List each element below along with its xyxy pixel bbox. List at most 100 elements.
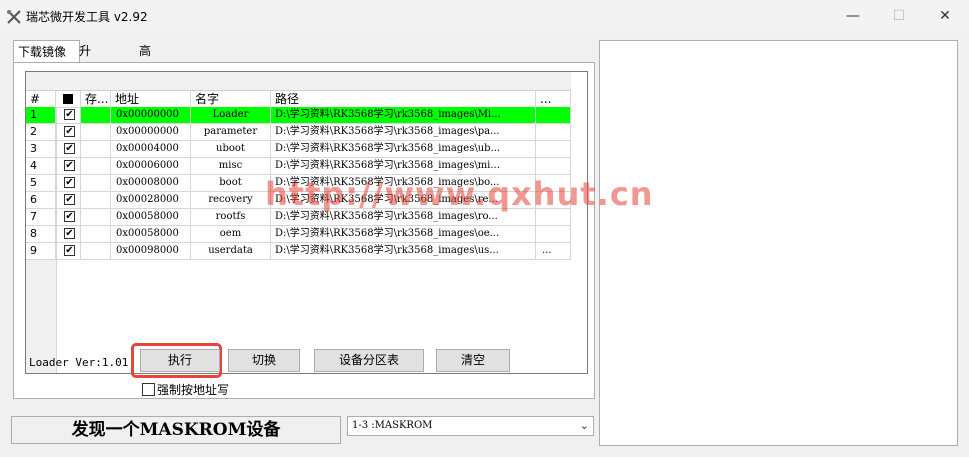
row-store bbox=[81, 158, 111, 174]
row-store bbox=[81, 209, 111, 225]
row-address: 0x00098000 bbox=[111, 243, 191, 259]
maximize-button[interactable]: ☐ bbox=[876, 0, 922, 32]
row-checkbox-cell[interactable]: ✔ bbox=[56, 124, 81, 140]
row-checkbox[interactable]: ✔ bbox=[64, 228, 75, 239]
row-name: oem bbox=[191, 226, 271, 242]
row-num: 7 bbox=[26, 209, 56, 225]
row-address: 0x00058000 bbox=[111, 226, 191, 242]
row-checkbox[interactable]: ✔ bbox=[64, 211, 75, 222]
row-path[interactable]: D:\学习资料\RK3568学习\rk3568_images\us... bbox=[271, 243, 536, 259]
row-path[interactable]: D:\学习资料\RK3568学习\rk3568_images\pa... bbox=[271, 124, 536, 140]
row-checkbox-cell[interactable]: ✔ bbox=[56, 175, 81, 191]
row-more[interactable]: ... bbox=[536, 243, 571, 259]
minimize-button[interactable]: — bbox=[830, 0, 876, 32]
row-checkbox[interactable]: ✔ bbox=[64, 126, 75, 137]
row-checkbox[interactable]: ✔ bbox=[64, 160, 75, 171]
image-list: # 存... 地址 名字 路径 ... 1 ✔ 0x00000000 Loader D:… bbox=[25, 71, 588, 374]
row-path[interactable]: D:\学习资料\RK3568学习\rk3568_images\oe... bbox=[271, 226, 536, 242]
row-store bbox=[81, 141, 111, 157]
force-address-checkbox[interactable] bbox=[142, 383, 155, 396]
list-top-strip bbox=[26, 72, 571, 91]
row-more[interactable] bbox=[536, 107, 571, 123]
row-name: recovery bbox=[191, 192, 271, 208]
row-address: 0x00028000 bbox=[111, 192, 191, 208]
log-pane[interactable] bbox=[599, 40, 958, 446]
row-checkbox[interactable]: ✔ bbox=[64, 177, 75, 188]
row-name: parameter bbox=[191, 124, 271, 140]
close-button[interactable]: ✕ bbox=[922, 0, 968, 32]
select-all-icon bbox=[63, 94, 73, 104]
table-row[interactable]: 9 ✔ 0x00098000 userdata D:\学习资料\RK3568学习\rk3… bbox=[26, 243, 571, 260]
row-path[interactable]: D:\学习资料\RK3568学习\rk3568_images\mi... bbox=[271, 158, 536, 174]
table-row[interactable]: 4 ✔ 0x00006000 misc D:\学习资料\RK3568学习\rk3568_… bbox=[26, 158, 571, 175]
device-status: 发现一个MASKROM设备 bbox=[11, 416, 341, 444]
row-checkbox[interactable]: ✔ bbox=[64, 194, 75, 205]
loader-version: Loader Ver:1.01 bbox=[29, 356, 129, 369]
row-checkbox-cell[interactable]: ✔ bbox=[56, 209, 81, 225]
row-checkbox[interactable]: ✔ bbox=[64, 109, 75, 120]
tab-advanced[interactable]: 高级功能 bbox=[135, 40, 155, 124]
header-address[interactable]: 地址 bbox=[111, 91, 191, 107]
row-address: 0x00004000 bbox=[111, 141, 191, 157]
row-name: uboot bbox=[191, 141, 271, 157]
row-name: Loader bbox=[191, 107, 271, 123]
row-store bbox=[81, 226, 111, 242]
header-name[interactable]: 名字 bbox=[191, 91, 271, 107]
row-more[interactable] bbox=[536, 158, 571, 174]
row-checkbox-cell[interactable]: ✔ bbox=[56, 158, 81, 174]
header-more[interactable]: ... bbox=[536, 91, 571, 107]
row-checkbox-cell[interactable]: ✔ bbox=[56, 141, 81, 157]
row-more[interactable] bbox=[536, 226, 571, 242]
tab-upgrade-firmware[interactable]: 升级固件 bbox=[75, 40, 95, 124]
row-name: userdata bbox=[191, 243, 271, 259]
row-path[interactable]: D:\学习资料\RK3568学习\rk3568_images\Mi... bbox=[271, 107, 536, 123]
row-store bbox=[81, 192, 111, 208]
header-store[interactable]: 存... bbox=[81, 91, 111, 107]
row-checkbox[interactable]: ✔ bbox=[64, 245, 75, 256]
row-num: 3 bbox=[26, 141, 56, 157]
device-select-value: 1-3 :MASKROM bbox=[352, 420, 433, 431]
clear-button[interactable]: 清空 bbox=[436, 349, 510, 372]
force-address-option[interactable]: 强制按地址写 bbox=[142, 381, 229, 398]
row-checkbox-cell[interactable]: ✔ bbox=[56, 192, 81, 208]
row-address: 0x00008000 bbox=[111, 175, 191, 191]
row-checkbox-cell[interactable]: ✔ bbox=[56, 226, 81, 242]
window-title: 瑞芯微开发工具 v2.92 bbox=[26, 10, 148, 24]
row-num: 5 bbox=[26, 175, 56, 191]
table-row[interactable]: 1 ✔ 0x00000000 Loader D:\学习资料\RK3568学习\rk356… bbox=[26, 107, 571, 124]
watermark: http://www.qxhut.cn bbox=[265, 175, 654, 213]
switch-button[interactable]: 切换 bbox=[228, 349, 300, 372]
row-more[interactable] bbox=[536, 124, 571, 140]
row-name: rootfs bbox=[191, 209, 271, 225]
header-path[interactable]: 路径 bbox=[271, 91, 536, 107]
execute-button[interactable]: 执行 bbox=[140, 349, 220, 372]
row-num: 6 bbox=[26, 192, 56, 208]
row-store bbox=[81, 107, 111, 123]
header-num[interactable]: # bbox=[26, 91, 56, 107]
header-select-all[interactable] bbox=[56, 91, 81, 107]
row-store bbox=[81, 243, 111, 259]
row-address: 0x00000000 bbox=[111, 124, 191, 140]
row-num: 1 bbox=[26, 107, 56, 123]
row-more[interactable] bbox=[536, 141, 571, 157]
table-row[interactable]: 8 ✔ 0x00058000 oem D:\学习资料\RK3568学习\rk3568_i… bbox=[26, 226, 571, 243]
row-num: 8 bbox=[26, 226, 56, 242]
tab-download-image[interactable]: 下载镜像 bbox=[13, 40, 80, 64]
row-store bbox=[81, 124, 111, 140]
row-name: misc bbox=[191, 158, 271, 174]
row-checkbox-cell[interactable]: ✔ bbox=[56, 107, 81, 123]
app-tools-icon bbox=[7, 10, 21, 24]
list-header: # 存... 地址 名字 路径 ... bbox=[26, 91, 571, 108]
partition-table-button[interactable]: 设备分区表 bbox=[314, 349, 424, 372]
row-checkbox-cell[interactable]: ✔ bbox=[56, 243, 81, 259]
row-path[interactable]: D:\学习资料\RK3568学习\rk3568_images\ub... bbox=[271, 141, 536, 157]
row-num: 4 bbox=[26, 158, 56, 174]
device-select[interactable]: 1-3 :MASKROM ⌄ bbox=[347, 416, 594, 436]
row-store bbox=[81, 175, 111, 191]
row-address: 0x00006000 bbox=[111, 158, 191, 174]
row-checkbox[interactable]: ✔ bbox=[64, 143, 75, 154]
table-row[interactable]: 2 ✔ 0x00000000 parameter D:\学习资料\RK3568学习\rk… bbox=[26, 124, 571, 141]
chevron-down-icon[interactable]: ⌄ bbox=[580, 417, 589, 435]
force-address-label: 强制按地址写 bbox=[157, 383, 230, 397]
table-row[interactable]: 3 ✔ 0x00004000 uboot D:\学习资料\RK3568学习\rk3568… bbox=[26, 141, 571, 158]
